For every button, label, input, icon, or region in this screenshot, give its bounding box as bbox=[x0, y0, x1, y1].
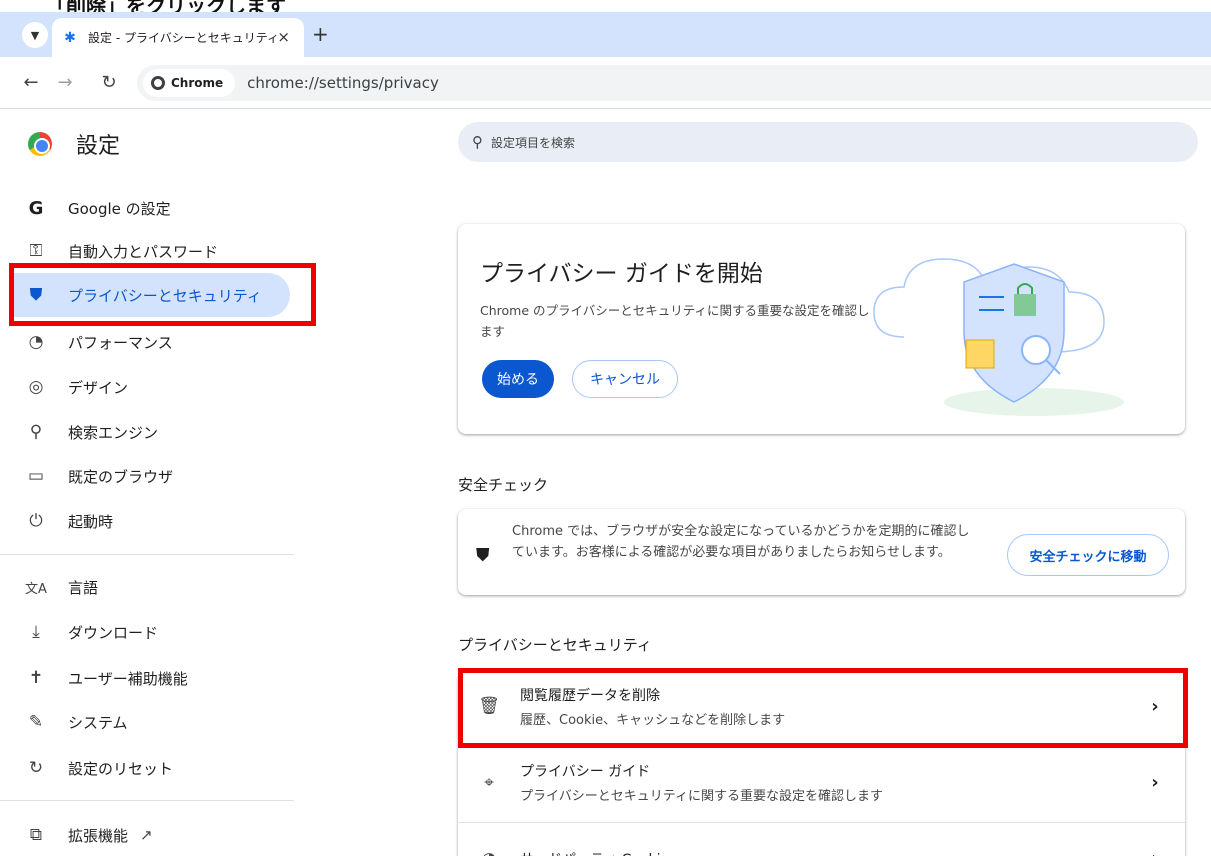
url-text[interactable]: chrome://settings/privacy bbox=[247, 74, 439, 92]
search-input[interactable]: 設定項目を検索 bbox=[491, 134, 575, 151]
safety-check-card: ⛊ Chrome では、ブラウザが安全な設定になっているかどうかを定期的に確認し… bbox=[458, 509, 1185, 595]
shield-icon: ⛊ bbox=[476, 545, 490, 566]
sidebar-item-label: ダウンロード bbox=[68, 623, 159, 642]
row-title: 閲覧履歴データを削除 bbox=[520, 687, 660, 704]
new-tab-button[interactable]: + bbox=[312, 22, 329, 46]
sidebar-item-13[interactable]: ↻ 設定のリセット bbox=[22, 746, 292, 790]
tab-title: 設定 - プライバシーとセキュリティ bbox=[88, 31, 280, 45]
privacy-settings-list: 🗑 閲覧履歴データを削除履歴、Cookie、キャッシュなどを削除します › ⌖ プライバ… bbox=[458, 670, 1185, 856]
start-button[interactable]: 始める bbox=[482, 360, 554, 398]
sidebar-item-11[interactable]: ✝ ユーザー補助機能 bbox=[22, 656, 292, 700]
shield-icon: ⛊ bbox=[29, 285, 43, 305]
privacy-section-heading: プライバシーとセキュリティ bbox=[458, 636, 652, 654]
chrome-logo-icon bbox=[28, 132, 52, 156]
wrench-icon: ✎ bbox=[28, 712, 44, 732]
sidebar-item-label: 言語 bbox=[68, 578, 99, 597]
safety-check-heading: 安全チェック bbox=[458, 476, 549, 494]
sidebar-item-label: プライバシーとセキュリティ bbox=[68, 286, 262, 305]
row-text: 閲覧履歴データを削除履歴、Cookie、キャッシュなどを削除します bbox=[520, 685, 1125, 728]
browser-window-icon: ▭ bbox=[27, 466, 45, 486]
sidebar-item-14[interactable]: ⧉ 拡張機能 ↗ bbox=[22, 813, 292, 856]
privacy-row-2[interactable]: ⌖ プライバシー ガイドプライバシーとセキュリティに関する重要な設定を確認します › bbox=[458, 746, 1185, 818]
tab-search-button[interactable]: ▼ bbox=[22, 22, 48, 48]
safety-check-text: Chrome では、ブラウザが安全な設定になっているかどうかを定期的に確認してい… bbox=[512, 524, 970, 560]
chevron-right-icon: › bbox=[1125, 848, 1185, 856]
sidebar-item-label: ユーザー補助機能 bbox=[68, 669, 188, 688]
sidebar-item-10[interactable]: ⤓ ダウンロード bbox=[22, 610, 292, 654]
settings-search[interactable]: ⚲ 設定項目を検索 bbox=[458, 122, 1198, 162]
sidebar-item-8[interactable]: ⏻ 起動時 bbox=[22, 499, 292, 543]
power-icon: ⏻ bbox=[29, 511, 43, 531]
chevron-right-icon: › bbox=[1151, 695, 1159, 717]
privacy-guide-title: プライバシー ガイドを開始 bbox=[480, 261, 763, 287]
sidebar-item-label: 拡張機能 bbox=[68, 826, 129, 845]
close-icon[interactable]: × bbox=[277, 28, 290, 46]
settings-title: 設定 bbox=[76, 134, 121, 159]
row-text: サードパーティ Cookie bbox=[520, 849, 1125, 856]
sidebar-item-9[interactable]: 文A 言語 bbox=[22, 565, 292, 609]
cookie-icon: ◕ bbox=[458, 849, 520, 856]
sidebar-item-label: 既定のブラウザ bbox=[68, 467, 174, 486]
forward-icon[interactable]: → bbox=[54, 71, 76, 93]
sidebar-item-12[interactable]: ✎ システム bbox=[22, 700, 292, 744]
settings-header: 設定 bbox=[28, 128, 120, 160]
trash-icon: 🗑 bbox=[478, 696, 500, 716]
sidebar-item-label: システム bbox=[68, 713, 128, 732]
sidebar-item-1[interactable]: G Google の設定 bbox=[22, 186, 292, 230]
sidebar-divider bbox=[0, 554, 294, 555]
sidebar-item-7[interactable]: ▭ 既定のブラウザ bbox=[22, 454, 292, 498]
translate-icon: 文A bbox=[25, 581, 47, 597]
sidebar-item-4[interactable]: ◔ パフォーマンス bbox=[22, 320, 292, 364]
site-info-chip[interactable]: Chrome bbox=[143, 69, 236, 97]
tab-strip: ▼ ✱ 設定 - プライバシーとセキュリティ × + bbox=[0, 12, 1211, 57]
google-g-icon: G bbox=[28, 197, 44, 219]
accessibility-icon: ✝ bbox=[28, 668, 44, 688]
gear-icon: ✱ bbox=[64, 29, 76, 46]
open-in-new-icon: ↗ bbox=[140, 826, 153, 844]
sidebar-item-label: 起動時 bbox=[68, 512, 114, 531]
sidebar-divider bbox=[0, 800, 294, 801]
sidebar-item-label: パフォーマンス bbox=[68, 333, 173, 352]
row-description: プライバシーとセキュリティに関する重要な設定を確認します bbox=[520, 789, 883, 804]
address-bar[interactable]: Chrome chrome://settings/privacy bbox=[137, 65, 1211, 101]
cancel-button[interactable]: キャンセル bbox=[572, 360, 678, 398]
search-icon: ⚲ bbox=[29, 422, 43, 442]
settings-sidebar: 設定 G Google の設定 ⚿ 自動入力とパスワード ⛊ プライバシーとセキュリティ ◔… bbox=[0, 110, 310, 856]
download-icon: ⤓ bbox=[32, 622, 40, 642]
sidebar-item-6[interactable]: ⚲ 検索エンジン bbox=[22, 410, 292, 454]
sidebar-item-3[interactable]: ⛊ プライバシーとセキュリティ bbox=[14, 273, 290, 317]
chevron-right-icon: › bbox=[1151, 772, 1159, 793]
privacy-guide-illustration bbox=[873, 258, 1124, 416]
chrome-icon bbox=[151, 76, 165, 90]
back-icon[interactable]: ← bbox=[20, 71, 42, 93]
sidebar-item-label: 検索エンジン bbox=[68, 423, 159, 442]
reset-icon: ↻ bbox=[28, 758, 44, 778]
search-icon: ⚲ bbox=[472, 133, 483, 151]
privacy-guide-description: Chrome のプライバシーとセキュリティに関する重要な設定を確認します bbox=[480, 303, 870, 339]
key-icon: ⚿ bbox=[29, 241, 43, 261]
chevron-down-icon: ▼ bbox=[30, 28, 40, 42]
row-text: プライバシー ガイドプライバシーとセキュリティに関する重要な設定を確認します bbox=[520, 761, 1125, 804]
active-tab[interactable]: ✱ 設定 - プライバシーとセキュリティ × bbox=[52, 18, 304, 57]
go-to-safety-check-button[interactable]: 安全チェックに移動 bbox=[1007, 534, 1169, 576]
sidebar-item-2[interactable]: ⚿ 自動入力とパスワード bbox=[22, 229, 292, 273]
sidebar-item-label: 自動入力とパスワード bbox=[68, 242, 219, 261]
speedometer-icon: ◔ bbox=[28, 332, 44, 352]
toolbar: ← → ↻ Chrome chrome://settings/privacy bbox=[0, 57, 1211, 109]
sidebar-item-label: デザイン bbox=[68, 378, 129, 397]
privacy-row-3[interactable]: ◕サードパーティ Cookie› bbox=[458, 822, 1185, 856]
privacy-guide-card: プライバシー ガイドを開始 Chrome のプライバシーとセキュリティに関する重… bbox=[458, 224, 1185, 434]
reload-icon[interactable]: ↻ bbox=[98, 71, 120, 93]
row-title: プライバシー ガイド bbox=[520, 764, 651, 780]
sidebar-item-label: 設定のリセット bbox=[68, 759, 174, 778]
privacy-guide-icon: ⌖ bbox=[484, 772, 494, 793]
row-description: 履歴、Cookie、キャッシュなどを削除します bbox=[520, 712, 786, 728]
privacy-row-1[interactable]: 🗑 閲覧履歴データを削除履歴、Cookie、キャッシュなどを削除します › bbox=[458, 670, 1185, 742]
chip-label: Chrome bbox=[171, 76, 224, 90]
puzzle-icon: ⧉ bbox=[29, 825, 43, 845]
row-title: サードパーティ Cookie bbox=[520, 849, 1125, 856]
palette-icon: ◎ bbox=[28, 377, 44, 397]
sidebar-item-label: Google の設定 bbox=[68, 199, 171, 218]
sidebar-item-5[interactable]: ◎ デザイン bbox=[22, 365, 292, 409]
